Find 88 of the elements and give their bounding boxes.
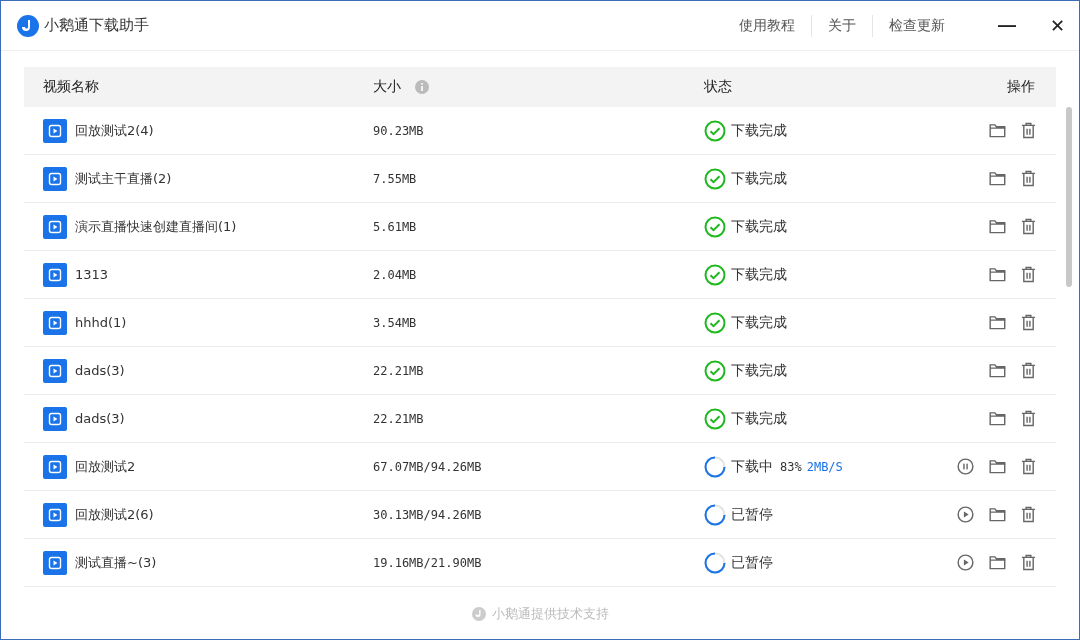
video-file-icon xyxy=(43,454,67,479)
status-text: 下载完成 xyxy=(731,121,787,140)
video-file-icon xyxy=(43,550,67,575)
check-circle-icon xyxy=(704,263,726,286)
play-icon[interactable] xyxy=(957,554,974,571)
trash-icon[interactable] xyxy=(1021,362,1036,379)
check-circle-icon xyxy=(704,407,726,430)
status-text: 下载完成 xyxy=(731,361,787,380)
app-title: 小鹅通下载助手 xyxy=(44,16,149,35)
file-size: 30.13MB/94.26MB xyxy=(373,507,482,522)
video-name: 1313 xyxy=(75,267,109,282)
video-name: 回放测试2(4) xyxy=(75,121,154,140)
video-file-icon xyxy=(43,262,67,287)
close-button[interactable]: ✕ xyxy=(1035,5,1079,46)
folder-icon[interactable] xyxy=(989,459,1006,474)
video-name: 测试主干直播(2) xyxy=(75,169,172,188)
logo-icon xyxy=(471,607,486,621)
file-size: 7.55MB xyxy=(373,171,417,186)
trash-icon[interactable] xyxy=(1021,554,1036,571)
file-size: 5.61MB xyxy=(373,219,417,234)
menu-link[interactable]: 使用教程 xyxy=(723,16,811,35)
trash-icon[interactable] xyxy=(1021,218,1036,235)
check-circle-icon xyxy=(704,167,726,190)
video-file-icon xyxy=(43,502,67,527)
status-text: 下载完成 xyxy=(731,409,787,428)
folder-icon[interactable] xyxy=(989,171,1006,186)
progress-ring-icon xyxy=(704,503,726,526)
play-icon[interactable] xyxy=(957,506,974,523)
check-circle-icon xyxy=(704,119,726,142)
check-circle-icon xyxy=(704,359,726,382)
folder-icon[interactable] xyxy=(989,411,1006,426)
trash-icon[interactable] xyxy=(1021,458,1036,475)
video-name: 测试直播~(3) xyxy=(75,553,157,572)
folder-icon[interactable] xyxy=(989,363,1006,378)
progress-ring-icon xyxy=(704,455,726,478)
video-file-icon xyxy=(43,310,67,335)
column-header: 操作 xyxy=(1007,78,1035,96)
video-name: 回放测试2 xyxy=(75,457,136,476)
status-text: 下载中 xyxy=(731,457,773,476)
video-file-icon xyxy=(43,406,67,431)
minimize-button[interactable]: — xyxy=(985,5,1029,46)
file-size: 19.16MB/21.90MB xyxy=(373,555,482,570)
column-header: 状态 xyxy=(704,78,732,96)
column-header: 大小 xyxy=(373,78,401,96)
video-name: dads(3) xyxy=(75,411,125,426)
folder-icon[interactable] xyxy=(989,507,1006,522)
trash-icon[interactable] xyxy=(1021,170,1036,187)
file-size: 67.07MB/94.26MB xyxy=(373,459,482,474)
status-text: 已暂停 xyxy=(731,505,773,524)
pause-icon[interactable] xyxy=(957,458,974,475)
status-text: 下载完成 xyxy=(731,169,787,188)
status-text: 下载完成 xyxy=(731,217,787,236)
status-text: 已暂停 xyxy=(731,553,773,572)
footer-text: 小鹅通提供技术支持 xyxy=(491,605,609,623)
progress-percent: 83% xyxy=(780,459,802,474)
folder-icon[interactable] xyxy=(989,267,1006,282)
file-size: 2.04MB xyxy=(373,267,417,282)
video-file-icon xyxy=(43,214,67,239)
video-file-icon xyxy=(43,358,67,383)
file-size: 3.54MB xyxy=(373,315,417,330)
check-circle-icon xyxy=(704,311,726,334)
folder-icon[interactable] xyxy=(989,219,1006,234)
file-size: 22.21MB xyxy=(373,411,424,426)
file-size: 22.21MB xyxy=(373,363,424,378)
check-circle-icon xyxy=(704,215,726,238)
logo-icon xyxy=(17,14,39,37)
menu-link[interactable]: 检查更新 xyxy=(873,16,961,35)
trash-icon[interactable] xyxy=(1021,410,1036,427)
folder-icon[interactable] xyxy=(989,123,1006,138)
trash-icon[interactable] xyxy=(1021,122,1036,139)
video-name: 回放测试2(6) xyxy=(75,505,154,524)
video-file-icon xyxy=(43,118,67,143)
video-name: 演示直播快速创建直播间(1) xyxy=(75,217,237,236)
trash-icon[interactable] xyxy=(1021,506,1036,523)
video-name: hhhd(1) xyxy=(75,315,127,330)
column-header: 视频名称 xyxy=(43,78,99,96)
trash-icon[interactable] xyxy=(1021,266,1036,283)
menu-link[interactable]: 关于 xyxy=(812,16,872,35)
download-speed: 2MB/S xyxy=(806,459,843,474)
file-size: 90.23MB xyxy=(373,123,424,138)
folder-icon[interactable] xyxy=(989,555,1006,570)
progress-ring-icon xyxy=(704,551,726,574)
trash-icon[interactable] xyxy=(1021,314,1036,331)
status-text: 下载完成 xyxy=(731,313,787,332)
folder-icon[interactable] xyxy=(989,315,1006,330)
video-name: dads(3) xyxy=(75,363,125,378)
video-file-icon xyxy=(43,166,67,191)
status-text: 下载完成 xyxy=(731,265,787,284)
